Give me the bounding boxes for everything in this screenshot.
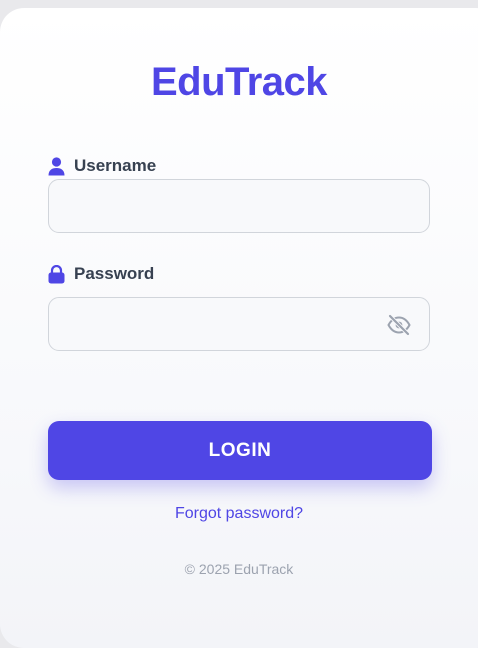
password-input[interactable]	[49, 298, 429, 350]
password-label: Password	[74, 264, 155, 283]
login-card: EduTrack Username Password LOGIN Forgot …	[0, 8, 478, 648]
copyright-text: © 2025 EduTrack	[184, 561, 294, 577]
username-field-wrapper	[48, 179, 430, 233]
eye-off-icon[interactable]	[387, 314, 411, 336]
username-label-row: Username	[48, 156, 156, 176]
app-logo: EduTrack	[150, 60, 328, 104]
username-label: Username	[74, 156, 157, 175]
user-icon	[48, 156, 65, 176]
password-field-wrapper	[48, 297, 430, 351]
lock-icon	[48, 264, 65, 284]
username-input[interactable]	[49, 180, 429, 232]
forgot-password-link[interactable]: Forgot password?	[0, 505, 478, 523]
password-label-row: Password	[48, 264, 154, 284]
login-button[interactable]: LOGIN	[48, 421, 432, 480]
